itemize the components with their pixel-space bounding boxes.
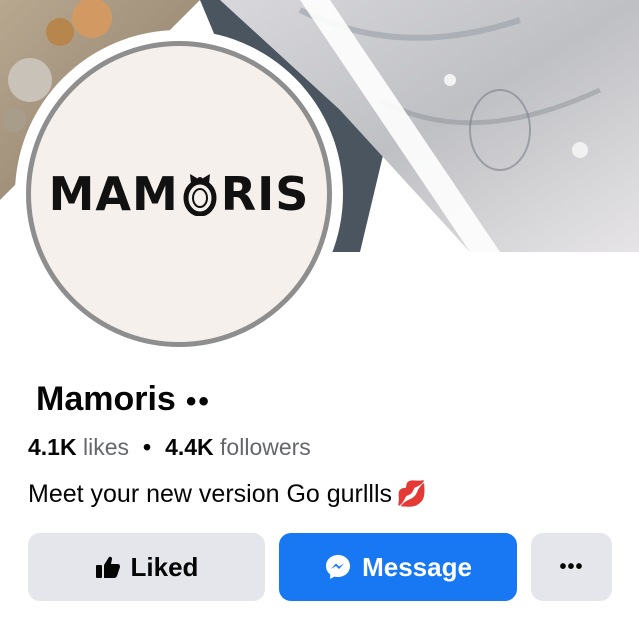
page-stats: 4.1K likes • 4.4K followers: [28, 434, 311, 461]
page-bio: Meet your new version Go gurllls 💋: [28, 480, 427, 509]
avatar-logo: MAM RIS: [26, 41, 332, 347]
page-name: Mamoris: [36, 380, 176, 418]
logo-text-right: RIS: [220, 167, 310, 221]
bio-text: Meet your new version Go gurllls: [28, 480, 393, 508]
profile-avatar[interactable]: MAM RIS: [15, 30, 343, 358]
name-dots: ••: [185, 384, 211, 418]
liked-button[interactable]: Liked: [28, 533, 265, 601]
more-options-button[interactable]: •••: [531, 533, 612, 601]
message-label: Message: [362, 551, 472, 582]
stats-separator: •: [143, 434, 152, 460]
page-title: Mamoris ••: [36, 380, 211, 419]
followers-label: followers: [220, 434, 311, 460]
likes-count: 4.1K: [28, 434, 77, 460]
brand-logo: MAM RIS: [49, 167, 310, 221]
bow-o-icon: [181, 172, 219, 217]
liked-label: Liked: [130, 551, 199, 582]
likes-label: likes: [82, 434, 129, 460]
more-options-icon: •••: [559, 555, 584, 578]
lips-emoji-icon: 💋: [396, 480, 428, 508]
thumbs-up-icon: [95, 555, 121, 579]
followers-count: 4.4K: [165, 434, 214, 460]
message-button[interactable]: Message: [279, 533, 517, 601]
logo-text-left: MAM: [48, 167, 179, 221]
messenger-icon: [324, 553, 352, 581]
